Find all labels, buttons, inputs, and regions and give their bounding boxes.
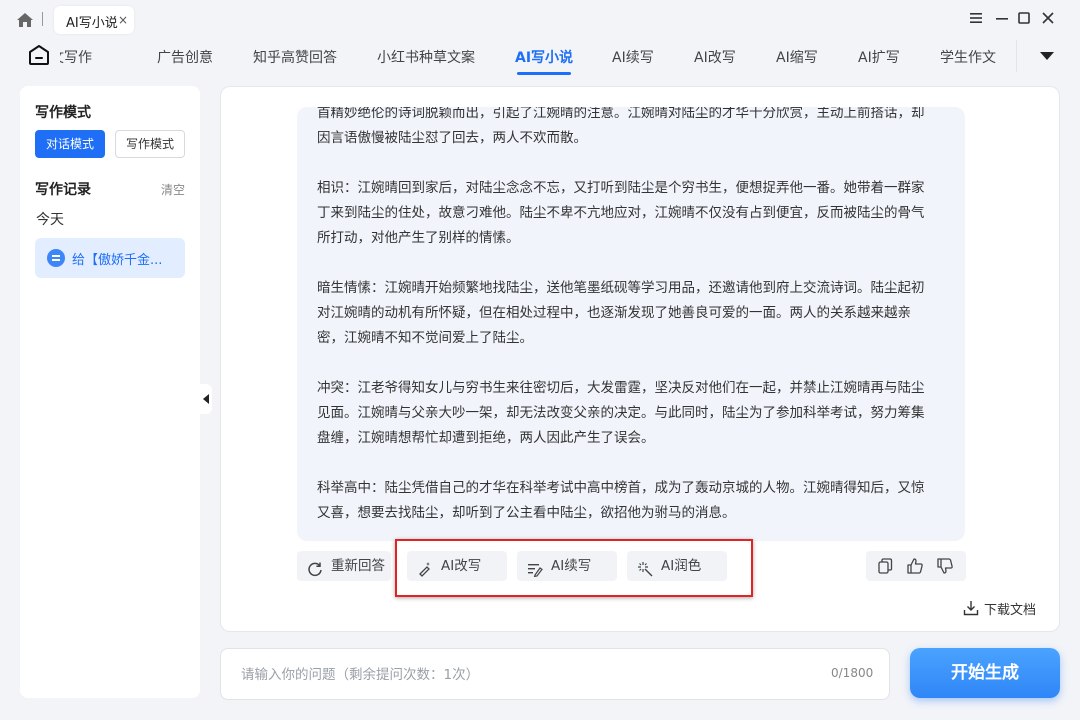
- nav-item-ai-novel[interactable]: AI写小说: [515, 47, 573, 67]
- answer-paragraph: 科举高中：陆尘凭借自己的才华在科举考试中高中榜首，成为了轰动京城的人物。江婉晴得…: [317, 480, 925, 521]
- chat-mode-button[interactable]: 对话模式: [35, 130, 105, 158]
- refresh-icon: [307, 558, 323, 577]
- close-window-icon[interactable]: [1040, 10, 1056, 26]
- tab-ai-novel[interactable]: AI写小说 ×: [54, 6, 134, 34]
- regenerate-button[interactable]: 重新回答: [297, 551, 391, 581]
- menu-icon[interactable]: [968, 10, 984, 26]
- feature-nav: 长文写作 广告创意 知乎高赞回答 小红书种草文案 AI写小说 AI续写 AI改写…: [0, 38, 1080, 76]
- thumbs-up-icon[interactable]: [907, 558, 923, 574]
- thumbs-down-icon[interactable]: [937, 558, 953, 574]
- clear-records-button[interactable]: 清空: [161, 181, 185, 198]
- main-panel: 首精妙绝伦的诗词脱颖而出，引起了江婉晴的注意。江婉晴对陆尘的才华十分欣赏，主动上…: [220, 86, 1060, 632]
- app-logo-icon[interactable]: [28, 44, 50, 66]
- write-mode-button[interactable]: 写作模式: [115, 130, 185, 158]
- nav-item-ai-expand[interactable]: AI扩写: [858, 47, 900, 67]
- answer-bubble: 首精妙绝伦的诗词脱颖而出，引起了江婉晴的注意。江婉晴对陆尘的才华十分欣赏，主动上…: [297, 107, 965, 541]
- nav-items: 长文写作 广告创意 知乎高赞回答 小红书种草文案 AI写小说 AI续写 AI改写…: [60, 38, 1018, 76]
- tab-close-icon[interactable]: ×: [118, 13, 128, 27]
- nav-item-ai-shorten[interactable]: AI缩写: [776, 47, 818, 67]
- nav-item-xiaohongshu[interactable]: 小红书种草文案: [377, 47, 475, 67]
- maximize-icon[interactable]: [1016, 10, 1032, 26]
- nav-item-zhihu-answer[interactable]: 知乎高赞回答: [253, 47, 337, 67]
- download-icon: [963, 600, 979, 616]
- title-bar: AI写小说 ×: [0, 0, 1080, 38]
- nav-more-icon[interactable]: [1040, 52, 1054, 60]
- answer-content: 首精妙绝伦的诗词脱颖而出，引起了江婉晴的注意。江婉晴对陆尘的才华十分欣赏，主动上…: [317, 107, 937, 541]
- collapse-sidebar-icon[interactable]: [200, 384, 212, 414]
- home-icon[interactable]: [16, 12, 34, 28]
- highlight-box: [395, 539, 753, 597]
- question-input-box: 0/1800: [220, 648, 890, 700]
- nav-item-ai-continue[interactable]: AI续写: [612, 47, 654, 67]
- char-counter: 0/1800: [831, 666, 874, 680]
- question-input[interactable]: [241, 663, 801, 687]
- answer-paragraph: 冲突：江老爷得知女儿与穷书生来往密切后，大发雷霆，坚决反对他们在一起，并禁止江婉…: [317, 380, 925, 446]
- start-generate-button[interactable]: 开始生成: [910, 648, 1060, 698]
- sidebar: 写作模式 对话模式 写作模式 写作记录 清空 今天 给【傲娇千金...: [20, 86, 200, 698]
- answer-paragraph: 首精妙绝伦的诗词脱颖而出，引起了江婉晴的注意。江婉晴对陆尘的才华十分欣赏，主动上…: [317, 107, 925, 146]
- answer-paragraph: 暗生情愫：江婉晴开始频繁地找陆尘，送他笔墨纸砚等学习用品，还邀请他到府上交流诗词…: [317, 280, 925, 346]
- records-title: 写作记录: [35, 182, 91, 198]
- feedback-actions: [866, 551, 966, 581]
- history-item[interactable]: 给【傲娇千金...: [35, 238, 185, 278]
- today-label: 今天: [36, 212, 64, 228]
- nav-item-long-writing[interactable]: 长文写作: [60, 47, 92, 67]
- history-item-label: 给【傲娇千金...: [72, 253, 163, 268]
- tab-title: AI写小说: [66, 16, 118, 31]
- nav-item-student-essay[interactable]: 学生作文: [940, 47, 996, 67]
- nav-active-underline: [517, 72, 571, 75]
- mode-title: 写作模式: [35, 105, 91, 121]
- title-separator: [42, 12, 43, 26]
- chat-bubble-icon: [47, 249, 65, 267]
- minimize-icon[interactable]: [994, 10, 1010, 26]
- nav-divider: [1016, 40, 1017, 72]
- nav-item-ai-rewrite[interactable]: AI改写: [694, 47, 736, 67]
- answer-paragraph: 相识：江婉晴回到家后，对陆尘念念不忘，又打听到陆尘是个穷书生，便想捉弄他一番。她…: [317, 180, 925, 246]
- nav-item-ad-creative[interactable]: 广告创意: [157, 47, 213, 67]
- copy-icon[interactable]: [877, 558, 893, 574]
